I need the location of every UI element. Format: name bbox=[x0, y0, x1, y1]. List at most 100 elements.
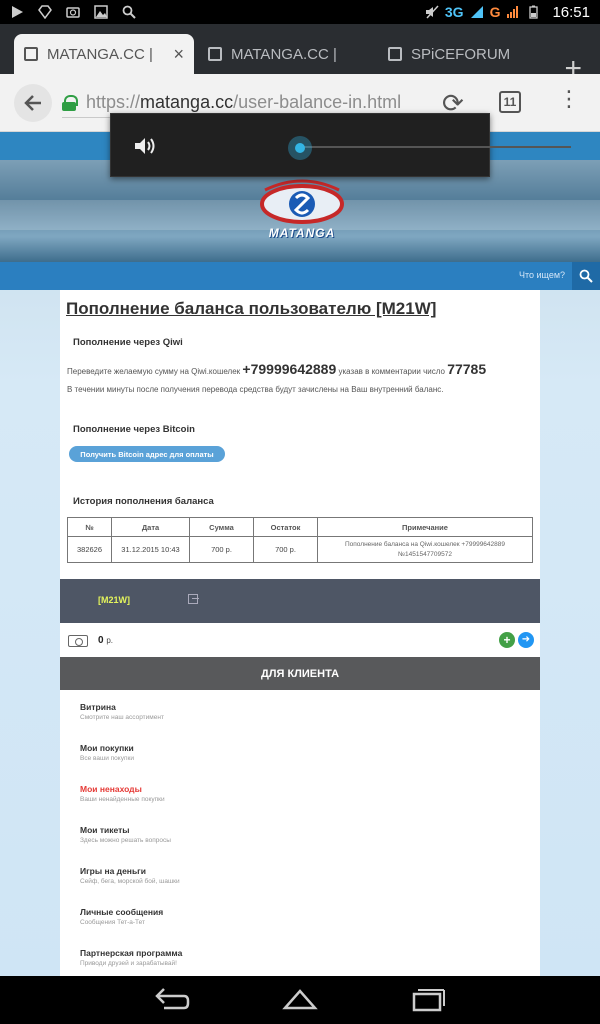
menu-item-subtitle: Сейф, бега, морской бой, шашки bbox=[80, 878, 180, 885]
get-bitcoin-address-button[interactable]: Получить Bitcoin адрес для оплаты bbox=[69, 446, 225, 462]
signal-2-icon bbox=[507, 6, 519, 18]
cell-num: 382626 bbox=[67, 536, 112, 563]
page-icon bbox=[208, 47, 222, 61]
bitcoin-heading: Пополнение через Bitcoin bbox=[73, 424, 195, 435]
clock: 16:51 bbox=[552, 3, 590, 21]
col-num: № bbox=[67, 517, 112, 537]
recent-apps-icon[interactable] bbox=[410, 986, 446, 1012]
tab-spiceforum[interactable]: SPiCEFORUM bbox=[378, 34, 528, 74]
menu-item-subtitle: Смотрите наш ассортимент bbox=[80, 714, 164, 721]
col-note: Примечание bbox=[317, 517, 533, 537]
menu-item-title: Мои ненаходы bbox=[80, 784, 142, 794]
qiwi-text-b: указав в комментарии число bbox=[338, 367, 445, 376]
cell-date: 31.12.2015 10:43 bbox=[111, 536, 190, 563]
play-icon bbox=[12, 6, 23, 18]
navigation-bar bbox=[0, 976, 600, 1024]
menu-item-subtitle: Приводи друзей и зарабатывай! bbox=[80, 960, 177, 967]
arrow-left-icon bbox=[24, 95, 41, 111]
back-button[interactable] bbox=[14, 84, 52, 122]
col-rest: Остаток bbox=[253, 517, 318, 537]
lock-icon bbox=[62, 94, 78, 111]
qiwi-note: В течении минуты после получения перевод… bbox=[67, 385, 444, 394]
tab-switcher-button[interactable]: 11 bbox=[499, 91, 521, 113]
menu-item-games[interactable]: Игры на деньги Сейф, бега, морской бой, … bbox=[80, 866, 180, 885]
menu-item-title: Личные сообщения bbox=[80, 907, 164, 917]
page-icon bbox=[24, 47, 38, 61]
page-icon bbox=[388, 47, 402, 61]
table-row: 382626 31.12.2015 10:43 700 р. 700 р. По… bbox=[67, 536, 533, 563]
balance-amount: 0 bbox=[98, 635, 104, 646]
status-bar: 3G G 16:51 bbox=[0, 0, 600, 24]
qiwi-number: +79999642889 bbox=[242, 361, 337, 377]
note-line-1: Пополнение баланса на Qiwi.кошелек +7999… bbox=[345, 540, 505, 548]
menu-item-tickets[interactable]: Мои тикеты Здесь можно решать вопросы bbox=[80, 825, 171, 844]
user-bar: [M21W] bbox=[60, 579, 540, 623]
tab-bar: MATANGA.CC | × MATANGA.CC | SPiCEFORUM + bbox=[0, 24, 600, 84]
qiwi-instructions: Переведите желаемую сумму на Qiwi.кошеле… bbox=[67, 361, 486, 377]
menu-item-title: Мои покупки bbox=[80, 743, 134, 753]
back-nav-icon[interactable] bbox=[154, 986, 190, 1012]
site-search-bar: Что ищем? bbox=[0, 262, 600, 290]
search-icon bbox=[579, 269, 593, 283]
logout-icon[interactable] bbox=[188, 594, 199, 604]
speaker-icon[interactable] bbox=[133, 134, 157, 158]
signal-icon bbox=[470, 6, 483, 18]
menu-item-title: Мои тикеты bbox=[80, 825, 130, 835]
col-date: Дата bbox=[111, 517, 190, 537]
tab-matanga-active[interactable]: MATANGA.CC | × bbox=[14, 34, 194, 74]
volume-track[interactable] bbox=[301, 146, 571, 148]
volume-slider-thumb[interactable] bbox=[288, 136, 312, 160]
diamond-icon bbox=[38, 5, 52, 19]
url-path: /user-balance-in.html bbox=[233, 92, 402, 112]
menu-item-purchases[interactable]: Мои покупки Все ваши покупки bbox=[80, 743, 134, 762]
search-input[interactable]: Что ищем? bbox=[519, 270, 565, 280]
cell-sum: 700 р. bbox=[189, 536, 254, 563]
history-table: № Дата Сумма Остаток Примечание 382626 3… bbox=[67, 517, 533, 563]
search-button[interactable] bbox=[572, 262, 600, 290]
volume-panel bbox=[110, 113, 571, 177]
menu-item-messages[interactable]: Личные сообщения Сообщения Тет-а-Тет bbox=[80, 907, 163, 926]
mute-icon bbox=[425, 5, 439, 19]
cell-rest: 700 р. bbox=[253, 536, 318, 563]
cash-icon bbox=[68, 635, 88, 647]
network-type-2: G bbox=[489, 4, 501, 20]
url-prefix: https:// bbox=[86, 92, 141, 112]
overflow-menu-icon[interactable]: ⋮ bbox=[558, 88, 580, 110]
search-icon bbox=[122, 5, 136, 19]
menu-item-title: Партнерская программа bbox=[80, 948, 183, 958]
menu-item-subtitle: Здесь можно решать вопросы bbox=[80, 837, 171, 844]
balance-value: 0 р. bbox=[98, 635, 113, 646]
cell-note: Пополнение баланса на Qiwi.кошелек +7999… bbox=[317, 536, 533, 563]
username[interactable]: [M21W] bbox=[98, 595, 130, 605]
balance-content: Пополнение баланса пользователю [M21W] П… bbox=[60, 290, 540, 579]
home-icon[interactable] bbox=[282, 986, 318, 1012]
balance-currency: р. bbox=[106, 636, 114, 645]
col-sum: Сумма bbox=[189, 517, 254, 537]
page-title: Пополнение баланса пользователю [M21W] bbox=[66, 299, 437, 318]
menu-item-partner[interactable]: Партнерская программа Приводи друзей и з… bbox=[80, 948, 182, 967]
qiwi-code: 77785 bbox=[447, 361, 487, 377]
menu-item-not-found[interactable]: Мои ненаходы Ваши ненайденные покупки bbox=[80, 784, 165, 803]
menu-item-title: Игры на деньги bbox=[80, 866, 146, 876]
menu-item-subtitle: Сообщения Тет-а-Тет bbox=[80, 919, 145, 926]
battery-icon bbox=[529, 5, 539, 19]
tab-matanga-2[interactable]: MATANGA.CC | bbox=[198, 34, 368, 74]
logo-text: MATANGA bbox=[268, 226, 336, 240]
add-funds-button[interactable]: + bbox=[499, 632, 515, 648]
qiwi-text-a: Переведите желаемую сумму на Qiwi.кошеле… bbox=[67, 367, 241, 376]
client-menu-header: ДЛЯ КЛИЕНТА bbox=[60, 657, 540, 696]
arrow-right-button[interactable]: ➜ bbox=[518, 632, 534, 648]
menu-item-subtitle: Ваши ненайденные покупки bbox=[80, 796, 165, 803]
table-header-row: № Дата Сумма Остаток Примечание bbox=[67, 517, 533, 537]
qiwi-heading: Пополнение через Qiwi bbox=[73, 337, 183, 348]
menu-item-showcase[interactable]: Витрина Смотрите наш ассортимент bbox=[80, 702, 164, 721]
menu-item-title: Витрина bbox=[80, 702, 116, 712]
tab-title: SPiCEFORUM bbox=[411, 45, 511, 63]
tab-title: MATANGA.CC | bbox=[231, 45, 337, 63]
client-menu: Витрина Смотрите наш ассортимент Мои пок… bbox=[60, 690, 540, 976]
balance-row: 0 р. + ➜ bbox=[60, 623, 540, 657]
menu-item-subtitle: Все ваши покупки bbox=[80, 755, 134, 762]
url-domain: matanga.cc bbox=[140, 92, 234, 112]
tab-title: MATANGA.CC | bbox=[47, 45, 153, 63]
close-icon[interactable]: × bbox=[167, 44, 184, 65]
